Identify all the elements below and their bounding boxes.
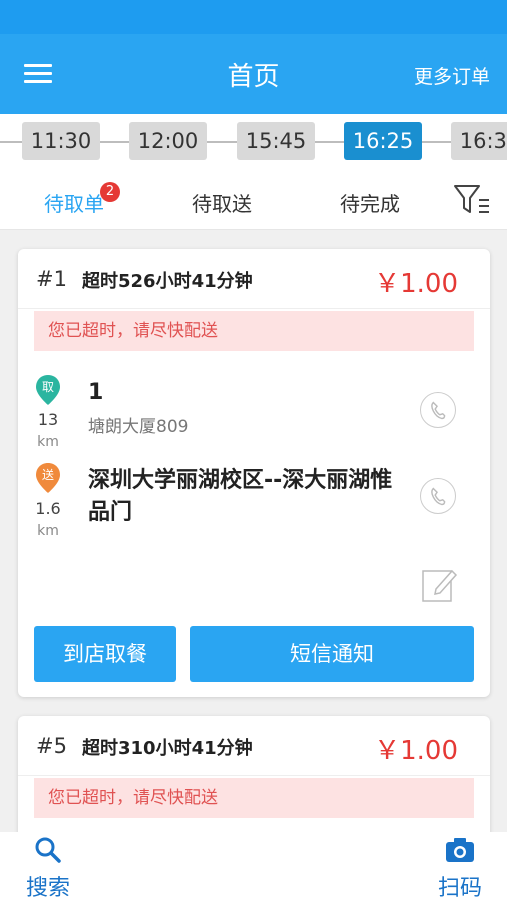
delivery-phone-icon[interactable]	[420, 478, 456, 514]
order-number: #1	[36, 267, 67, 291]
order-number: #5	[36, 734, 67, 758]
pickup-distance: 13 km	[32, 409, 64, 453]
pickup-distance-unit: km	[37, 434, 59, 450]
overtime-text: 超时526小时41分钟	[82, 271, 253, 292]
tab-label: 待取单	[44, 192, 104, 216]
pickup-pin-label: 取	[42, 380, 54, 394]
pickup-name: 1	[88, 380, 104, 405]
arrive-store-button[interactable]: 到店取餐	[34, 626, 176, 682]
tab-pickup-delivery[interactable]: 待取送	[192, 188, 252, 217]
scan-label: 扫码	[437, 876, 482, 900]
overtime-text: 超时310小时41分钟	[82, 738, 253, 759]
order-card-header: #1 超时526小时41分钟 ￥1.00	[18, 249, 490, 309]
search-icon	[35, 837, 61, 863]
top-nav-bar: 首页 更多订单	[0, 34, 507, 114]
delivery-distance: 1.6 km	[32, 498, 64, 542]
order-card-header: #5 超时310小时41分钟 ￥1.00	[18, 716, 490, 776]
overtime-alert: 您已超时，请尽快配送	[34, 778, 474, 818]
status-bar	[0, 0, 507, 34]
time-slot-chip[interactable]: 15:45	[237, 122, 315, 160]
count-badge: 2	[100, 182, 120, 202]
order-status-tabs: 待取单 2 待取送 待完成	[0, 172, 507, 230]
pickup-phone-icon[interactable]	[420, 392, 456, 428]
pickup-distance-value: 13	[37, 410, 59, 429]
delivery-pin-label: 送	[42, 467, 54, 482]
time-slot-chip-selected[interactable]: 16:25	[344, 122, 422, 160]
search-label: 搜索	[25, 876, 70, 900]
sms-notify-button[interactable]: 短信通知	[190, 626, 474, 682]
filter-icon[interactable]	[453, 182, 491, 218]
search-button[interactable]: 搜索	[18, 836, 78, 900]
time-slot-chip[interactable]: 12:00	[129, 122, 207, 160]
time-slot-bar: 11:30 12:00 15:45 16:25 16:30	[0, 114, 507, 172]
delivery-pin-icon: 送	[36, 463, 60, 493]
tab-pending-pickup[interactable]: 待取单 2	[44, 182, 120, 217]
more-orders-link[interactable]: 更多订单	[414, 62, 490, 89]
time-slot-chip[interactable]: 11:30	[22, 122, 100, 160]
pickup-address: 塘朗大厦809	[88, 417, 189, 437]
scan-button[interactable]: 扫码	[430, 836, 490, 900]
pickup-pin-icon: 取	[36, 375, 60, 405]
time-slot-chip[interactable]: 16:30	[451, 122, 507, 160]
overtime-alert: 您已超时，请尽快配送	[34, 311, 474, 351]
bottom-toolbar: 搜索 扫码	[0, 832, 507, 900]
tab-to-complete[interactable]: 待完成	[340, 188, 400, 217]
delivery-name: 深圳大学丽湖校区--深大丽湖惟品门	[88, 468, 393, 525]
delivery-distance-value: 1.6	[35, 499, 61, 518]
edit-icon[interactable]	[420, 565, 460, 605]
order-card[interactable]: #1 超时526小时41分钟 ￥1.00 您已超时，请尽快配送 取 13 km …	[18, 249, 490, 697]
order-price: ￥1.00	[374, 269, 458, 299]
order-price: ￥1.00	[374, 736, 458, 766]
camera-icon	[446, 838, 474, 862]
delivery-distance-unit: km	[37, 523, 59, 539]
